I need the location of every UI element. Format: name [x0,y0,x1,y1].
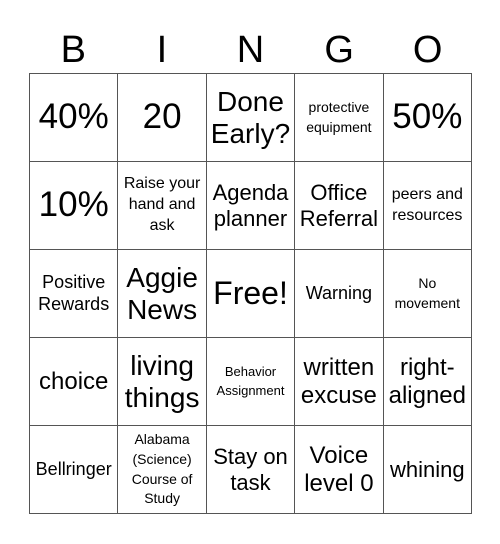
bingo-cell[interactable]: Aggie News [118,250,207,338]
header-letter-o: O [412,29,443,71]
bingo-cell[interactable]: 10% [30,162,119,250]
bingo-cell[interactable]: No movement [383,250,472,338]
bingo-cell[interactable]: Alabama (Science) Course of Study [118,426,207,514]
header-letter-g: G [324,29,354,71]
bingo-grid: 40% 20 Done Early? protective equipment … [29,73,472,514]
bingo-cell[interactable]: protective equipment [295,74,384,162]
bingo-cell[interactable]: peers and resources [383,162,472,250]
bingo-cell[interactable]: right-aligned [383,338,472,426]
bingo-cell[interactable]: whining [383,426,472,514]
bingo-cell[interactable]: choice [30,338,119,426]
bingo-cell[interactable]: Behavior Assignment [206,338,296,426]
bingo-cell[interactable]: Agenda planner [206,162,296,250]
bingo-cell[interactable]: Raise your hand and ask [118,162,207,250]
free-space[interactable]: Free! [206,250,296,338]
header-letter-b: B [60,29,86,71]
bingo-cell[interactable]: living things [118,338,207,426]
bingo-cell[interactable]: written excuse [295,338,384,426]
bingo-cell[interactable]: 20 [118,74,207,162]
bingo-cell[interactable]: Bellringer [30,426,119,514]
header-letter-i: I [156,29,168,71]
bingo-cell[interactable]: 40% [30,74,119,162]
header-letter-n: N [236,29,265,71]
bingo-cell[interactable]: Warning [295,250,384,338]
bingo-cell[interactable]: Done Early? [206,74,296,162]
bingo-cell[interactable]: Positive Rewards [30,250,119,338]
bingo-cell[interactable]: Office Referral [295,162,384,250]
bingo-cell[interactable]: 50% [383,74,472,162]
bingo-cell[interactable]: Stay on task [206,426,296,514]
bingo-header: B I N G O [29,28,472,72]
bingo-cell[interactable]: Voice level 0 [295,426,384,514]
